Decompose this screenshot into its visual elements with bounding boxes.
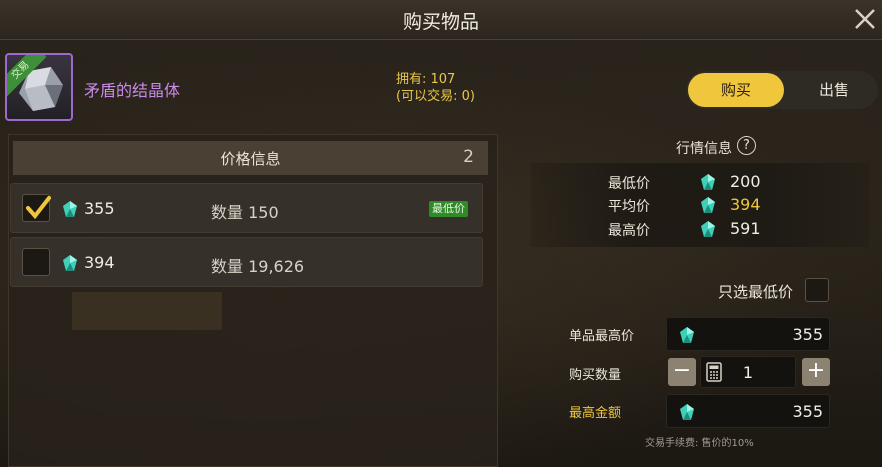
minus-button[interactable]: − [668,358,696,386]
unit-max-price-value: 355 [792,325,823,344]
row-quantity-value: 150 [248,203,279,222]
unit-max-price-field[interactable]: 355 [666,317,830,351]
close-icon[interactable] [852,6,878,32]
max-total-field: 355 [666,394,830,428]
lowest-price-badge: 最低价 [429,201,468,217]
price-row[interactable]: 394 数量 19,626 [10,237,483,287]
gem-icon [679,403,695,425]
item-icon: 交易 [5,53,73,121]
row-quantity-label: 数量 [211,203,244,222]
buy-sell-toggle: 购买 出售 [686,71,878,109]
dialog-title: 购买物品 [402,11,479,33]
help-icon[interactable]: ? [737,136,756,155]
plus-icon: + [806,358,826,383]
row-quantity-label: 数量 [211,257,244,276]
row-quantity: 数量 19,626 [211,253,304,277]
title-bar: 购买物品 [0,0,882,40]
price-list-header: 价格信息 2 [13,141,488,175]
tradable-count: (可以交易: 0) [396,89,475,104]
row-checkbox[interactable] [22,194,51,222]
buy-tab[interactable]: 购买 [688,73,784,107]
fee-note: 交易手续费: 售价的10% [645,438,754,449]
plus-button[interactable]: + [802,358,830,386]
price-list-title: 价格信息 [220,150,281,168]
row-price: 394 [84,253,115,272]
gem-icon [62,200,78,222]
owned-count: 拥有: 107 [396,72,456,87]
price-list-count: 2 [463,147,474,167]
check-icon [26,196,51,220]
market-value-highest: 591 [730,219,761,238]
quantity-label: 购买数量 [569,368,622,383]
sell-tab[interactable]: 出售 [790,73,878,107]
gem-icon [62,254,78,276]
minus-icon: − [672,358,692,383]
market-value-lowest: 200 [730,172,761,191]
gem-icon [700,173,716,195]
unit-max-price-label: 单品最高价 [569,329,635,344]
gem-icon [679,326,695,348]
price-row[interactable]: 355 数量 150 最低价 [10,183,483,233]
calculator-icon[interactable] [706,362,722,386]
lowest-only-label: 只选最低价 [718,283,794,301]
lowest-only-checkbox[interactable] [805,278,829,302]
background-decoration [72,292,222,330]
owned-info: 拥有: 107 (可以交易: 0) [396,71,475,105]
gem-icon [700,196,716,218]
market-info-title: 行情信息 [676,141,732,157]
item-name: 矛盾的结晶体 [84,81,181,100]
row-quantity-value: 19,626 [248,257,305,276]
market-label-highest: 最高价 [608,223,650,239]
row-price: 355 [84,199,115,218]
market-label-average: 平均价 [608,199,650,215]
max-total-label: 最高金额 [569,406,622,421]
row-quantity: 数量 150 [211,199,279,223]
market-label-lowest: 最低价 [608,176,650,192]
max-total-value: 355 [792,402,823,421]
gem-icon [700,220,716,242]
row-checkbox[interactable] [22,248,50,276]
market-value-average: 394 [730,195,761,214]
